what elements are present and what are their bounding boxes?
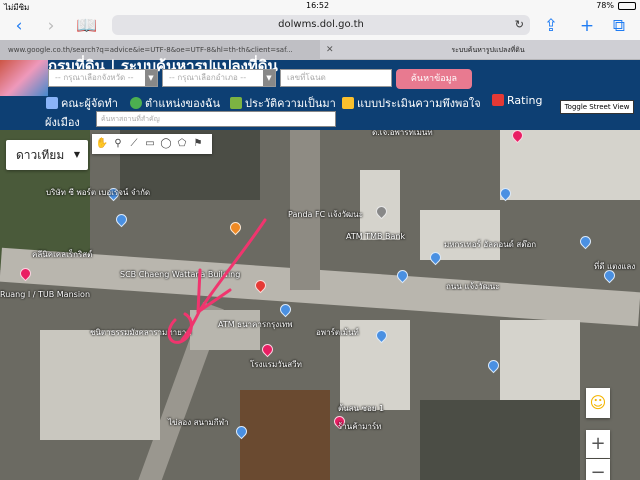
back-icon[interactable]: ‹ [8, 15, 30, 37]
map-label: ดี.เจ.อพาร์ทเม้นท์ [372, 130, 433, 137]
toggle-street-view-button[interactable]: Toggle Street View [560, 100, 634, 114]
map-label: ที่ดี แตงแลง [594, 262, 636, 271]
chart-icon [492, 94, 504, 106]
battery-icon [618, 2, 636, 10]
hand-icon[interactable]: ✋ [95, 137, 109, 151]
menu-label: แบบประเมินความพึงพอใจ [357, 97, 481, 110]
map-label: ถนน แจ้งวัฒนะ [446, 282, 500, 291]
menu-label: ตำแหน่งของฉัน [145, 97, 221, 110]
place-marker-icon[interactable] [485, 357, 502, 374]
map-label: อพาร์ตเม้นท์ [316, 328, 359, 337]
menu-item-city-plan[interactable]: ผังเมือง [45, 113, 80, 131]
map-label: ต้นสน ซอย 1 [338, 404, 385, 413]
map-type-label: ดาวเทียม [16, 148, 65, 162]
map-label: ไข่ลอง สนามกีฬา [168, 418, 229, 427]
url-text: dolwms.dol.go.th [278, 19, 364, 30]
forward-icon[interactable]: › [40, 15, 62, 37]
browser-toolbar: ‹ › 📖 dolwms.dol.go.th ↻ ⇪ + ⧉ [0, 12, 640, 40]
map-label: บริษัท ซี พอร์ต เบอเรจน์ จำกัด [46, 188, 151, 197]
map-label: ATM TMB Bank [346, 232, 406, 241]
menu-label: คณะผู้จัดทำ [61, 97, 118, 110]
status-bar: ไม่มีซิม 16:52 78% [0, 0, 640, 12]
rectangle-icon[interactable]: ▭ [143, 137, 157, 151]
drawing-toolbar: ✋ ⚲ ⟋ ▭ ◯ ⬠ ⚑ [92, 134, 212, 154]
place-marker-icon[interactable] [227, 219, 244, 236]
flag-icon[interactable]: ⚑ [191, 137, 205, 151]
map-label: ATM ธนาคารกรุงเทพ [218, 320, 293, 329]
site-logo [0, 60, 48, 96]
share-icon[interactable]: ⇪ [540, 15, 562, 37]
map-label: SCB Chaeng Wattana Building [120, 270, 241, 279]
place-marker-icon[interactable] [113, 211, 130, 228]
pegman-icon[interactable]: ☺ [586, 388, 610, 418]
zoom-in-button[interactable]: + [586, 430, 610, 458]
map-label: ร้านค้ามาร์ท [338, 422, 382, 431]
menu-label: ประวัติความเป็นมา [245, 97, 336, 110]
place-marker-icon[interactable] [577, 233, 594, 250]
map-label: Panda FC แจ้งวัฒนะ [288, 210, 363, 219]
place-marker-icon[interactable] [259, 341, 276, 358]
submenu: ผังเมือง ค้นหาสถานที่สำคัญ [0, 110, 552, 130]
tabs-icon[interactable]: ⧉ [608, 15, 630, 37]
close-tab-icon[interactable]: ✕ [326, 40, 334, 60]
reload-icon[interactable]: ↻ [515, 15, 524, 35]
polygon-icon[interactable]: ⬠ [175, 137, 189, 151]
province-select[interactable]: -- กรุณาเลือกจังหวัด -- ▼ [48, 69, 158, 87]
globe-icon [130, 97, 142, 109]
map-label: Ruang I / TUB Mansion [0, 290, 91, 299]
battery-level: 78% [596, 1, 614, 10]
zoom-out-button[interactable]: − [586, 459, 610, 480]
parcel-number-input[interactable]: เลขที่โฉนด [280, 69, 392, 87]
chevron-down-icon: ▼ [263, 70, 275, 86]
sprout-icon [230, 97, 242, 109]
tab-dol[interactable]: ระบบค้นหารูปแปลงที่ดิน [336, 40, 640, 60]
polyline-icon[interactable]: ⟋ [127, 137, 141, 151]
map-label: ชนิตาธรรมมังคลารามทายาท [90, 328, 192, 337]
menu-label: Rating [507, 94, 543, 107]
district-placeholder: -- กรุณาเลือกอำเภอ -- [169, 73, 247, 82]
new-tab-icon[interactable]: + [576, 15, 598, 37]
landmark-search-input[interactable]: ค้นหาสถานที่สำคัญ [96, 111, 336, 127]
map-label: มหกรเทอร์ อัลคอนด์ สต๊อก [444, 240, 537, 249]
survey-icon [342, 97, 354, 109]
province-placeholder: -- กรุณาเลือกจังหวัด -- [55, 73, 134, 82]
chevron-down-icon: ▼ [145, 70, 157, 86]
clock: 16:52 [306, 1, 330, 10]
satellite-map[interactable]: ดี.เจ.อพาร์ทเม้นท์ บริษัท ซี พอร์ต เบอเร… [0, 130, 640, 480]
map-label: โรงแรมวันสวีท [250, 360, 302, 369]
main-menu: คณะผู้จัดทำ ตำแหน่งของฉัน ประวัติความเป็… [0, 92, 552, 112]
menu-item-rating[interactable]: Rating [492, 94, 542, 107]
place-marker-icon[interactable] [277, 301, 294, 318]
map-label: คลีนิคเคลเร็กริสต์ [32, 250, 93, 259]
circle-icon[interactable]: ◯ [159, 137, 173, 151]
search-button[interactable]: ค้นหาข้อมูล [396, 69, 472, 89]
chevron-down-icon: ▼ [73, 150, 80, 159]
map-type-select[interactable]: ดาวเทียม ▼ [6, 140, 88, 170]
marker-icon[interactable]: ⚲ [111, 137, 125, 151]
team-icon [46, 97, 58, 109]
address-bar[interactable]: dolwms.dol.go.th ↻ [112, 15, 530, 35]
bookmarks-icon[interactable]: 📖 [76, 15, 98, 37]
district-select[interactable]: -- กรุณาเลือกอำเภอ -- ▼ [162, 69, 276, 87]
